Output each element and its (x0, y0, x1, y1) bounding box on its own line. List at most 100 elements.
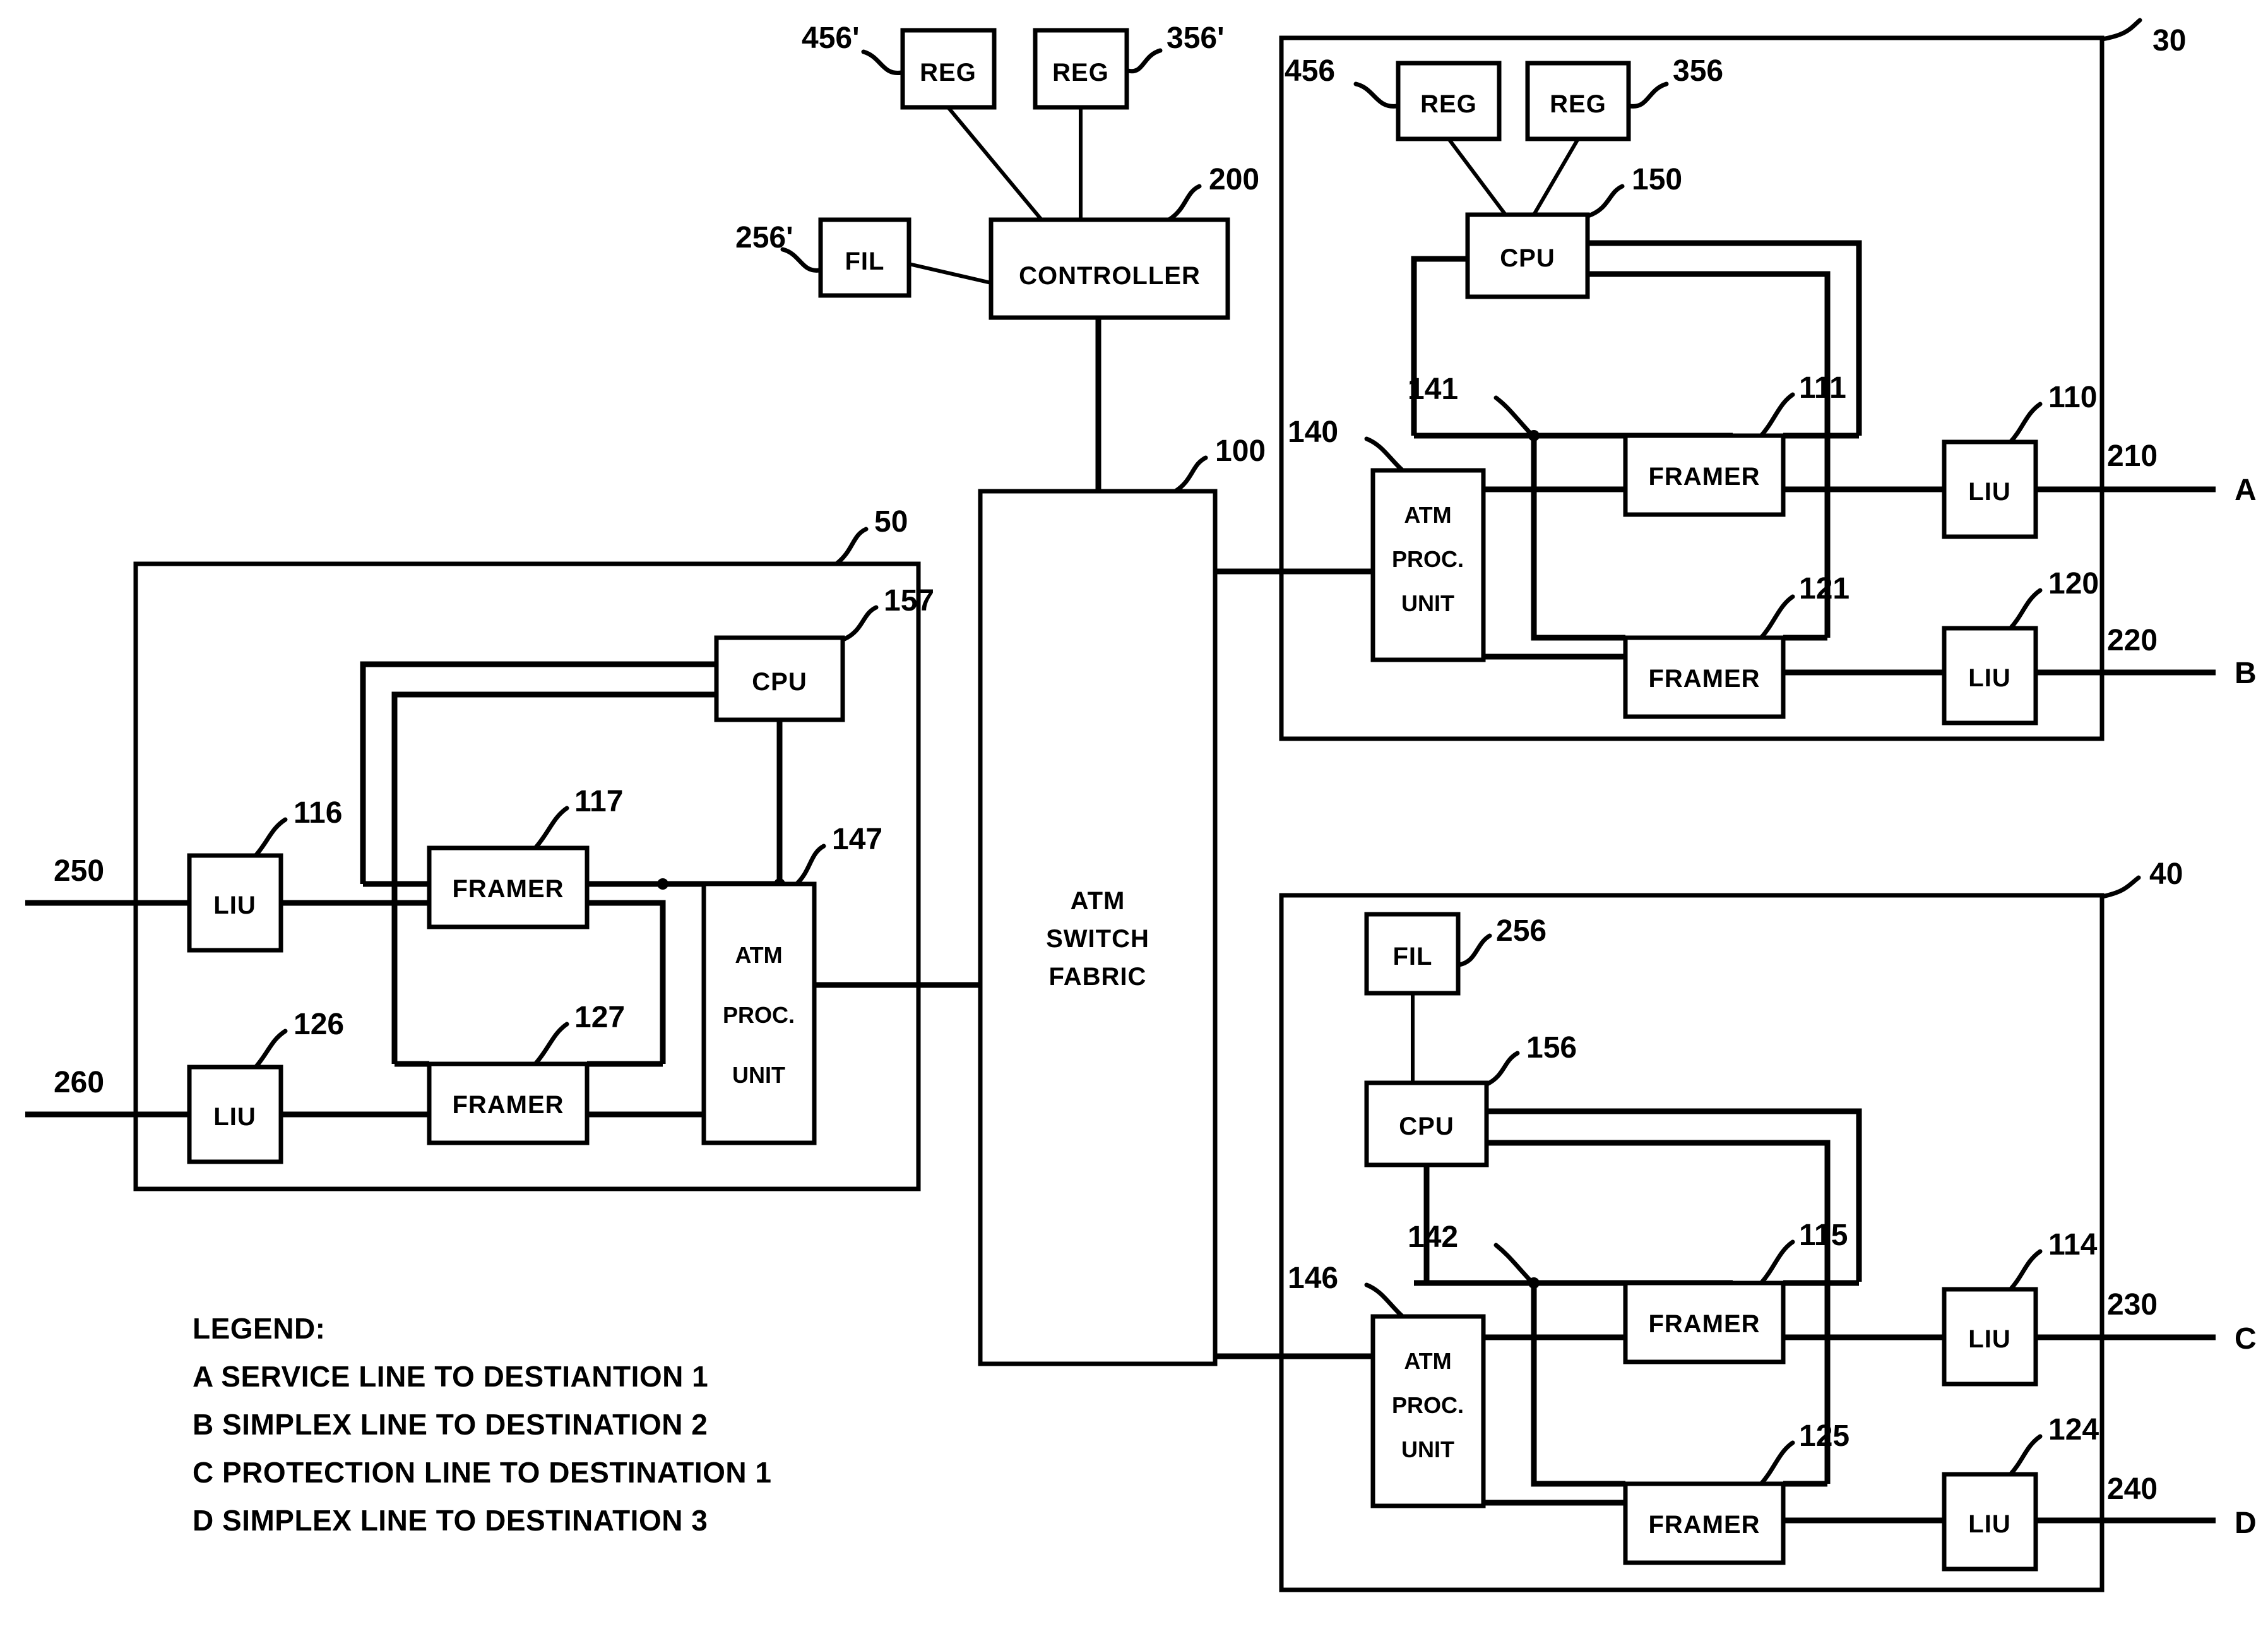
panel50-framer-top-ref: 117 (574, 785, 623, 818)
legend-line-a: A SERVICE LINE TO DESTIANTION 1 (193, 1360, 708, 1393)
panel50-bus-junction-a (657, 878, 668, 890)
panel30-bus-141-leader (1493, 395, 1535, 438)
panel40-cpu-leader (1485, 1051, 1520, 1087)
panel40-bus-142-leader (1493, 1243, 1535, 1286)
panel30-reg-right-ref: 356 (1673, 54, 1723, 88)
panel30-liu-bottom-label: LIU (1968, 664, 2010, 692)
panel30-reg-left-leader (1353, 81, 1399, 109)
panel30-reg-left-wire (1447, 138, 1507, 216)
fabric-label-line3: FABRIC (1049, 963, 1147, 991)
panel30-liu-top-label: LIU (1968, 478, 2010, 506)
panel30-liu-bottom-leader (2008, 588, 2043, 631)
panel40-framer-top-leader (1759, 1239, 1795, 1286)
panel-30-ref: 30 (2152, 24, 2186, 57)
panel40-fil-leader (1457, 933, 1492, 967)
legend-line-c: C PROTECTION LINE TO DESTINATION 1 (193, 1456, 771, 1489)
panel50-liu-top-label: LIU (213, 892, 256, 919)
panel50-framer-bottom-leader (533, 1022, 569, 1066)
panel50-atm-line2: PROC. (723, 1002, 795, 1028)
controller-label: CONTROLLER (1019, 262, 1201, 290)
panel30-cpu-leader (1586, 184, 1625, 218)
panel30-cpu-label: CPU (1500, 244, 1555, 272)
panel30-liu-top-ref: 110 (2048, 381, 2097, 414)
panel30-reg-left-label: REG (1420, 90, 1477, 118)
panel50-framer-bottom-ref: 127 (574, 1001, 625, 1034)
legend-line-d: D SIMPLEX LINE TO DESTINATION 3 (193, 1504, 708, 1537)
panel30-liu-bottom-ref: 120 (2048, 567, 2099, 600)
panel40-cpu-bus-top (1487, 1108, 1862, 1282)
panel50-liu-bottom-label: LIU (213, 1103, 256, 1131)
panel50-liu-bottom-ref: 126 (294, 1008, 344, 1041)
panel40-out-top-port: C (2235, 1322, 2257, 1356)
panel-40-leader (2099, 875, 2141, 899)
panel30-reg-right-label: REG (1550, 90, 1606, 118)
panel40-liu-top-label: LIU (1968, 1325, 2010, 1353)
panel30-atm-line2: PROC. (1392, 546, 1464, 572)
ctrl-reg-right-ref: 356' (1167, 21, 1225, 55)
panel-30-leader (2099, 18, 2142, 42)
panel30-framer-top-leader (1759, 392, 1795, 438)
panel40-liu-bottom-leader (2008, 1434, 2043, 1477)
panel40-atm-line1: ATM (1404, 1348, 1451, 1374)
panel40-framer-bottom-ref: 125 (1799, 1419, 1849, 1453)
fabric-label-line1: ATM (1071, 887, 1125, 915)
panel30-atm-line3: UNIT (1401, 590, 1454, 616)
ctrl-reg-left-wire (946, 106, 1043, 221)
ctrl-fil-ref: 256' (735, 221, 793, 254)
panel-50-ref: 50 (874, 505, 908, 539)
panel40-atm-line3: UNIT (1401, 1436, 1454, 1462)
fabric-label-line2: SWITCH (1046, 925, 1149, 953)
panel50-in-top-ref: 250 (54, 854, 104, 888)
ctrl-reg-right-leader (1125, 48, 1163, 74)
panel40-framer-top-label: FRAMER (1648, 1310, 1760, 1338)
panel40-framer-top-ref: 115 (1799, 1219, 1848, 1252)
panel30-cpu-ref: 150 (1632, 163, 1682, 196)
panel30-reg-right-leader (1627, 81, 1669, 109)
panel50-in-bottom-ref: 260 (54, 1066, 104, 1099)
panel-40-ref: 40 (2149, 857, 2183, 891)
legend-line-b: B SIMPLEX LINE TO DESTINATION 2 (193, 1408, 708, 1441)
panel30-framer-bottom-ref: 121 (1799, 572, 1849, 606)
panel50-framer-top-down (587, 900, 666, 1064)
panel40-atm-leader (1364, 1282, 1405, 1319)
ctrl-reg-left-label: REG (920, 59, 977, 87)
panel50-cpu-label: CPU (752, 668, 807, 696)
legend-header: LEGEND: (193, 1312, 326, 1345)
diagram-canvas: 30 REG 456 REG 356 CPU 150 141 ATM PROC.… (0, 0, 2268, 1641)
panel50-liu-bottom-leader (253, 1029, 288, 1070)
panel50-atm-line3: UNIT (732, 1062, 785, 1088)
panel40-liu-top-ref: 114 (2048, 1228, 2098, 1262)
panel40-liu-bottom-label: LIU (1968, 1510, 2010, 1538)
ctrl-reg-left-ref: 456' (802, 21, 860, 55)
panel30-bus-drop (1531, 436, 1625, 641)
panel50-cpu-leader (842, 605, 879, 641)
panel40-out-top-ref: 230 (2107, 1288, 2158, 1322)
panel30-framer-top-label: FRAMER (1648, 463, 1760, 491)
panel30-framer-bottom-label: FRAMER (1648, 665, 1760, 693)
panel40-liu-bottom-ref: 124 (2048, 1413, 2099, 1447)
panel40-framer-bottom-label: FRAMER (1648, 1511, 1760, 1539)
panel30-atm-ref: 140 (1288, 415, 1338, 449)
panel40-framer-bottom-leader (1759, 1440, 1795, 1486)
panel50-framer-bottom-label: FRAMER (452, 1091, 564, 1119)
controller-leader (1167, 184, 1202, 222)
panel40-bus-142-ref: 142 (1408, 1220, 1458, 1254)
panel30-reg-left-ref: 456 (1285, 54, 1335, 88)
panel-50-leader (834, 527, 869, 566)
panel50-cpu-ref: 157 (884, 584, 934, 618)
panel50-atm-leader (794, 844, 826, 886)
ctrl-fil-wire (908, 262, 992, 285)
panel50-liu-top-leader (253, 817, 288, 858)
panel30-out-bottom-ref: 220 (2107, 624, 2158, 657)
patent-figure: 30 REG 456 REG 356 CPU 150 141 ATM PROC.… (25, 18, 2257, 1592)
panel30-out-top-ref: 210 (2107, 439, 2158, 473)
panel30-out-top-port: A (2235, 474, 2257, 507)
panel30-atm-line1: ATM (1404, 502, 1451, 528)
controller-ref: 200 (1209, 163, 1259, 196)
panel30-liu-top-leader (2008, 402, 2043, 445)
panel40-bus-drop (1531, 1283, 1625, 1487)
panel50-liu-top-ref: 116 (294, 796, 342, 830)
panel40-atm-ref: 146 (1288, 1262, 1338, 1295)
panel30-cpu-left-wire (1411, 256, 1468, 436)
panel30-framer-bottom-leader (1759, 594, 1795, 640)
